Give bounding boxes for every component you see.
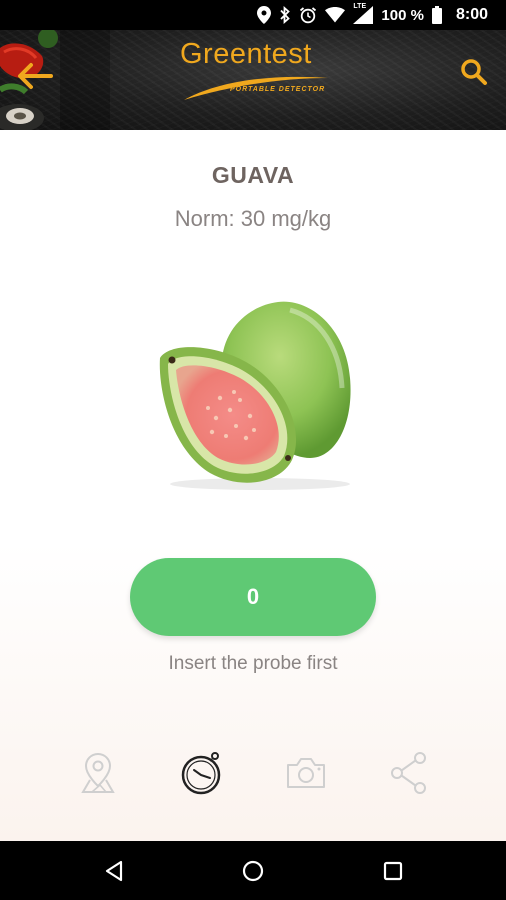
clock: 8:00 (455, 6, 488, 23)
wifi-icon (325, 7, 346, 23)
camera-icon (287, 758, 325, 788)
search-icon (461, 59, 487, 85)
bluetooth-icon (279, 6, 291, 24)
measurement-result-button[interactable]: 0 (130, 558, 376, 636)
camera-button[interactable] (278, 745, 334, 801)
action-bar (0, 745, 506, 805)
alarm-icon (299, 6, 317, 24)
nav-back-icon (105, 860, 123, 882)
back-button[interactable] (10, 52, 58, 100)
nav-home-icon (242, 860, 264, 882)
signal-icon: LTE (353, 3, 374, 24)
stopwatch-icon (181, 752, 221, 795)
battery-icon (431, 6, 442, 24)
battery-percent: 100 % (381, 6, 424, 24)
status-bar: LTE 100 % 8:00 (0, 0, 506, 30)
nav-home-button[interactable] (237, 855, 269, 887)
app-header: Greentest PORTABLE DETECTOR (0, 30, 506, 130)
probe-hint: Insert the probe first (168, 653, 338, 674)
share-icon (391, 752, 426, 794)
network-type-label: LTE (353, 3, 367, 10)
share-button[interactable] (381, 745, 437, 801)
greentest-logo: Greentest PORTABLE DETECTOR (180, 38, 330, 113)
arrow-left-icon (18, 63, 53, 89)
product-name: GUAVA (211, 162, 295, 188)
logo-subtitle: PORTABLE DETECTOR (230, 86, 326, 93)
nav-back-button[interactable] (98, 855, 130, 887)
norm-label: Norm: 30 mg/kg (174, 206, 332, 231)
search-button[interactable] (454, 52, 494, 92)
nav-recents-icon (383, 861, 403, 881)
location-button[interactable] (70, 745, 126, 801)
guava-fruit-image (159, 301, 351, 490)
location-icon (257, 6, 272, 24)
system-navigation-bar (0, 841, 506, 900)
nav-recents-button[interactable] (377, 855, 409, 887)
logo-title: Greentest (180, 38, 312, 70)
map-pin-icon (81, 752, 115, 793)
product-screen: GUAVA Norm: 30 mg/kg 0 Insert the probe … (0, 130, 506, 841)
timer-button[interactable] (174, 745, 230, 801)
